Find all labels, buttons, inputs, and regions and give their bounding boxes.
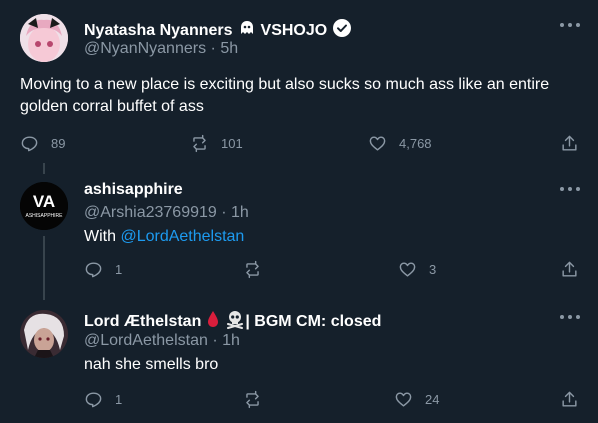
- like-icon: [369, 136, 386, 151]
- reply-tweet-1[interactable]: VA ASHISAPPHIRE ashisapphire @Arshia2376…: [0, 172, 598, 296]
- author-handle-line: @NyanNyanners · 5h: [84, 40, 238, 58]
- reply-button[interactable]: 1: [84, 390, 122, 409]
- like-button[interactable]: 4,768: [368, 134, 432, 153]
- reply-icon: [85, 392, 102, 408]
- svg-text:VA: VA: [33, 192, 55, 211]
- reply2-time[interactable]: 1h: [222, 332, 240, 349]
- more-icon[interactable]: [560, 314, 580, 320]
- skull-crossbones-icon: [225, 309, 245, 334]
- verified-badge-icon: [332, 18, 352, 43]
- share-button[interactable]: [560, 134, 579, 153]
- retweet-icon: [193, 134, 206, 153]
- reply1-text: With @LordAethelstan: [84, 226, 564, 248]
- reply1-author-name[interactable]: ashisapphire: [84, 181, 183, 199]
- retweet-count: 101: [221, 136, 243, 151]
- separator-dot: ·: [212, 332, 223, 349]
- like-count: 24: [425, 392, 440, 407]
- reply1-name-row: ashisapphire: [84, 181, 183, 199]
- mention-link[interactable]: @LordAethelstan: [120, 228, 244, 245]
- reply-count: 89: [51, 136, 66, 151]
- reply-button[interactable]: 1: [84, 260, 122, 279]
- like-count: 3: [429, 262, 437, 277]
- reply1-time[interactable]: 1h: [231, 204, 249, 221]
- reply-tweet-2[interactable]: Lord Æthelstan | BGM CM: closed @LordAet…: [0, 300, 598, 423]
- more-icon[interactable]: [560, 22, 580, 28]
- reply-icon: [85, 262, 102, 278]
- separator-dot: ·: [210, 40, 221, 57]
- author-handle[interactable]: @NyanNyanners: [84, 40, 206, 57]
- tweet-text: Moving to a new place is exciting but al…: [20, 76, 550, 115]
- avatar-lordaethelstan[interactable]: [20, 310, 68, 358]
- retweet-icon: [246, 390, 259, 409]
- like-count: 4,768: [399, 136, 432, 151]
- more-icon[interactable]: [560, 186, 580, 192]
- reply2-name-suffix: | BGM CM: closed: [245, 312, 382, 330]
- share-icon: [562, 391, 577, 407]
- author-name-suffix: VSHOJO: [260, 21, 328, 39]
- reply1-handle[interactable]: @Arshia23769919: [84, 204, 217, 221]
- reply2-name-row: Lord Æthelstan | BGM CM: closed: [84, 309, 381, 334]
- main-tweet[interactable]: Nyatasha Nyanners VSHOJO @NyanNyanners ·…: [0, 0, 598, 170]
- retweet-button[interactable]: 101: [190, 134, 243, 153]
- reply-count: 1: [115, 392, 123, 407]
- ghost-emoji-icon: [238, 19, 256, 42]
- thread-line-mid: [43, 236, 45, 300]
- retweet-button[interactable]: [243, 390, 274, 409]
- retweet-button[interactable]: [243, 260, 274, 279]
- tweet-time[interactable]: 5h: [220, 40, 238, 57]
- reply2-author-name[interactable]: Lord Æthelstan: [84, 313, 201, 331]
- share-button[interactable]: [560, 390, 579, 409]
- separator-dot: ·: [221, 204, 232, 221]
- share-icon: [562, 261, 577, 277]
- like-icon: [395, 392, 412, 407]
- like-icon: [399, 262, 416, 277]
- reply-count: 1: [115, 262, 123, 277]
- avatar-nyanners[interactable]: [20, 14, 68, 62]
- reply-icon: [21, 136, 38, 152]
- reply2-handle[interactable]: @LordAethelstan: [84, 332, 208, 349]
- reply1-handle-line: @Arshia23769919 · 1h: [84, 204, 249, 222]
- reply2-text: nah she smells bro: [84, 356, 219, 373]
- avatar-logo-text: ASHISAPPHIRE: [26, 213, 64, 219]
- share-icon: [562, 135, 577, 151]
- retweet-icon: [246, 260, 259, 279]
- author-name[interactable]: Nyatasha Nyanners: [84, 22, 233, 40]
- reply-button[interactable]: 89: [20, 134, 65, 153]
- reply2-handle-line: @LordAethelstan · 1h: [84, 332, 240, 350]
- blood-drop-icon: [206, 310, 220, 333]
- avatar-ashisapphire[interactable]: VA ASHISAPPHIRE: [20, 182, 68, 230]
- like-button[interactable]: 3: [398, 260, 436, 279]
- reply1-text-prefix: With: [84, 228, 121, 245]
- share-button[interactable]: [560, 260, 579, 279]
- like-button[interactable]: 24: [394, 390, 439, 409]
